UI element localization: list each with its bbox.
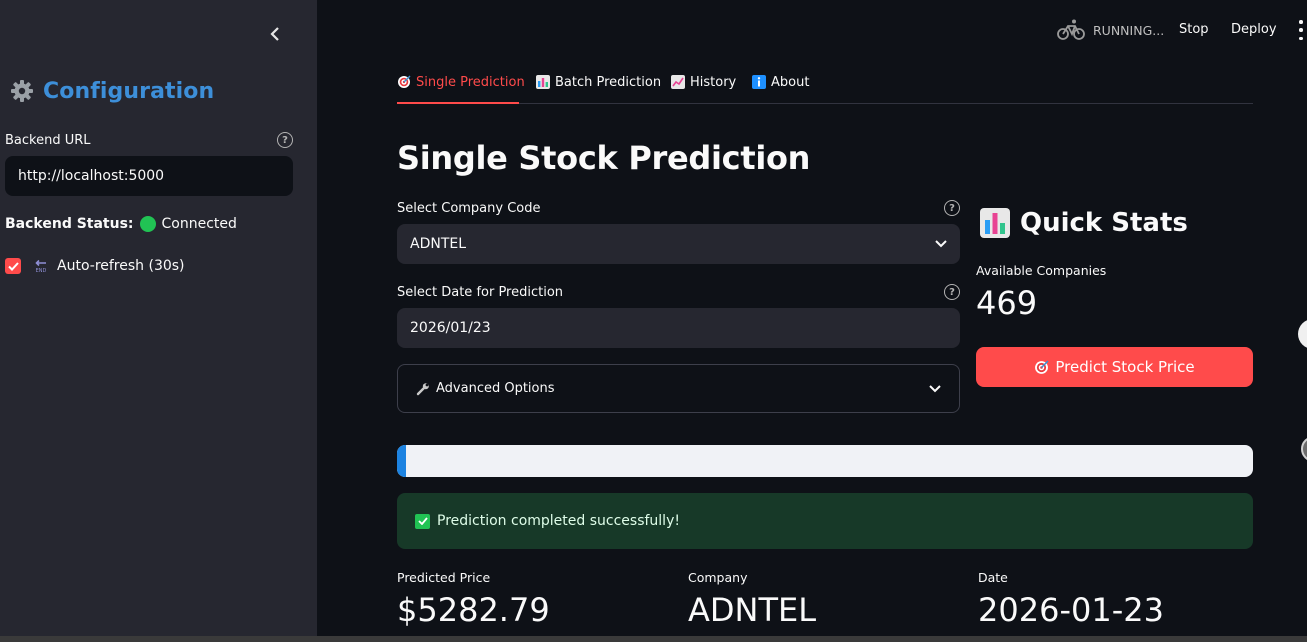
tab-label: Single Prediction xyxy=(416,75,525,90)
date-input-label: Select Date for Prediction xyxy=(397,285,564,300)
page-title: Single Stock Prediction xyxy=(397,139,811,177)
dot-icon xyxy=(1299,36,1303,40)
bicycle-icon xyxy=(1057,19,1085,40)
available-companies-label: Available Companies xyxy=(976,263,1107,278)
end-arrow-icon: END xyxy=(33,259,49,273)
tab-about[interactable]: About xyxy=(752,75,809,104)
sidebar-header: Configuration xyxy=(9,78,214,104)
tab-label: History xyxy=(690,75,737,90)
auto-refresh-toggle[interactable]: END Auto-refresh (30s) xyxy=(5,258,185,274)
help-icon[interactable]: ? xyxy=(277,132,293,148)
tab-batch-prediction[interactable]: Batch Prediction xyxy=(536,75,661,104)
company-select[interactable]: ADNTEL xyxy=(397,224,960,264)
running-label: RUNNING... xyxy=(1093,22,1165,38)
backend-status-value: Connected xyxy=(161,216,237,232)
available-companies-value: 469 xyxy=(976,284,1038,322)
quick-stats-label: Quick Stats xyxy=(1020,208,1188,238)
status-dot-icon xyxy=(139,216,156,232)
predicted-price-label: Predicted Price xyxy=(397,570,491,585)
predicted-price-value: $5282.79 xyxy=(397,591,550,629)
tab-label: About xyxy=(771,75,810,90)
sidebar-title: Configuration xyxy=(43,78,215,104)
advanced-options-label: Advanced Options xyxy=(436,381,555,396)
checkmark-icon xyxy=(7,261,19,271)
target-icon xyxy=(397,75,411,89)
sidebar: Configuration Backend URL ? http://local… xyxy=(0,0,317,636)
chevron-down-icon xyxy=(935,240,947,248)
company-metric-label: Company xyxy=(688,570,748,585)
advanced-options-expander[interactable]: Advanced Options xyxy=(397,364,960,413)
help-icon[interactable]: ? xyxy=(944,284,960,300)
deploy-button[interactable]: Deploy xyxy=(1231,22,1277,37)
predict-button-label: Predict Stock Price xyxy=(1055,358,1195,376)
tab-history[interactable]: History xyxy=(671,75,736,104)
date-metric-value: 2026-01-23 xyxy=(978,591,1164,629)
target-icon xyxy=(1035,360,1049,374)
collapse-sidebar-button[interactable] xyxy=(266,24,284,44)
quick-stats-title: Quick Stats xyxy=(980,208,1188,238)
running-status: RUNNING... xyxy=(1057,18,1164,42)
tab-label: Batch Prediction xyxy=(555,75,662,90)
info-icon xyxy=(752,75,766,89)
bar-chart-icon xyxy=(980,208,1010,238)
dot-icon xyxy=(1299,20,1303,24)
check-mark-icon xyxy=(415,513,430,529)
company-metric-value: ADNTEL xyxy=(688,591,817,629)
date-metric-label: Date xyxy=(978,570,1008,585)
backend-url-label: Backend URL xyxy=(5,133,91,148)
chevron-left-icon xyxy=(270,27,279,41)
date-input-value: 2026/01/23 xyxy=(410,320,491,336)
dot-icon xyxy=(1299,28,1303,32)
predict-stock-price-button[interactable]: Predict Stock Price xyxy=(976,347,1253,387)
progress-bar xyxy=(397,445,1253,477)
company-select-label: Select Company Code xyxy=(397,201,541,216)
tab-single-prediction[interactable]: Single Prediction xyxy=(397,75,525,104)
svg-text:END: END xyxy=(36,268,47,273)
wrench-icon xyxy=(416,382,429,395)
chevron-down-icon xyxy=(929,384,941,392)
bar-chart-icon xyxy=(536,75,550,89)
main-menu-button[interactable] xyxy=(1296,20,1306,40)
gear-icon xyxy=(9,78,35,104)
auto-refresh-label: Auto-refresh (30s) xyxy=(57,258,185,274)
backend-status: Backend Status: Connected xyxy=(5,216,237,232)
company-select-value: ADNTEL xyxy=(410,236,467,252)
tab-bar: Single Prediction Batch Prediction Histo… xyxy=(397,72,1253,104)
stop-button[interactable]: Stop xyxy=(1179,22,1209,37)
backend-url-input[interactable]: http://localhost:5000 xyxy=(5,156,293,196)
success-alert: Prediction completed successfully! xyxy=(397,493,1253,549)
help-icon[interactable]: ? xyxy=(944,200,960,216)
date-input[interactable]: 2026/01/23 xyxy=(397,308,960,348)
success-message: Prediction completed successfully! xyxy=(437,513,680,529)
trend-chart-icon xyxy=(671,75,685,89)
scroll-button[interactable] xyxy=(1301,436,1307,462)
bottom-bar xyxy=(0,636,1307,642)
backend-status-label: Backend Status: xyxy=(5,216,134,232)
scroll-button[interactable] xyxy=(1298,319,1307,349)
backend-url-value: http://localhost:5000 xyxy=(18,168,165,184)
progress-fill xyxy=(397,445,406,477)
auto-refresh-checkbox[interactable] xyxy=(5,258,21,274)
